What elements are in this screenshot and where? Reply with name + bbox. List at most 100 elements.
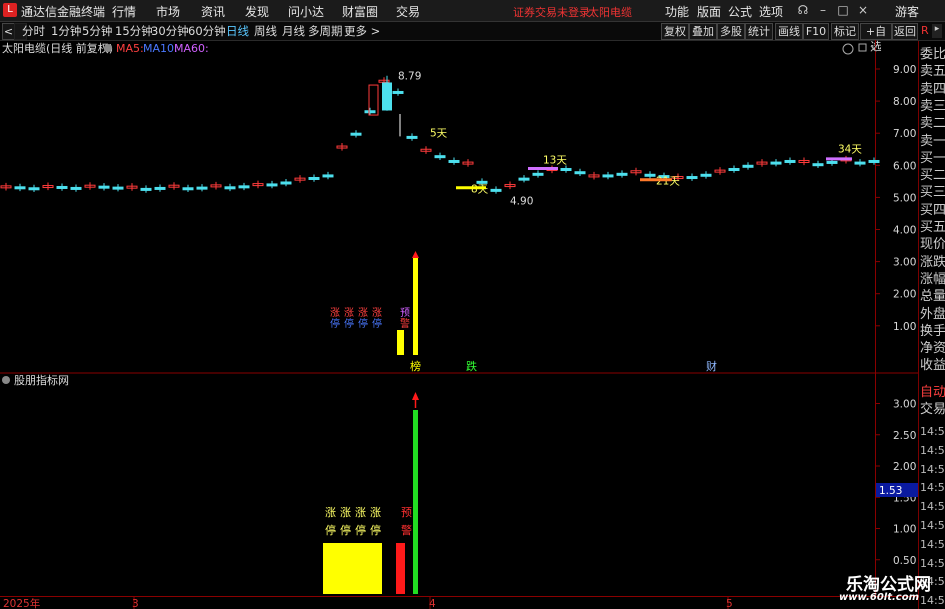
current-value: 1.53	[879, 485, 902, 497]
overlay-button[interactable]: 叠加	[689, 23, 717, 40]
tick-time: 14:56	[920, 481, 945, 495]
y-tick-label: 9.00	[893, 64, 916, 76]
period-multi[interactable]: 多周期	[308, 23, 343, 39]
candle-body	[196, 186, 208, 190]
chart-settings-icon[interactable]	[104, 44, 112, 52]
candle-body	[826, 160, 838, 164]
candle-body	[700, 173, 712, 177]
candle-body	[392, 90, 404, 94]
quote-field-label: 卖五	[920, 64, 945, 80]
candle-body	[154, 186, 166, 190]
main-chart-title: 太阳电缆(日线 前复权)	[2, 41, 113, 55]
stock-name-title: 太阳电缆	[588, 6, 632, 19]
zt-bottom-char: 停	[330, 317, 340, 330]
fuquan-button[interactable]: 复权	[661, 23, 689, 40]
menu-shichang[interactable]: 市场	[156, 3, 180, 20]
candle-body	[868, 159, 880, 163]
quote-field-label: 卖一	[920, 133, 945, 149]
period-30min[interactable]: 30分钟	[151, 23, 189, 39]
sub-chart-title: 股朋指标网	[14, 373, 69, 387]
title-bar: L 通达信金融终端 行情 市场 资讯 发现 问小达 财富圈 交易 证券交易未登录…	[0, 0, 945, 22]
chart-window-controls[interactable]: ×	[842, 42, 878, 55]
draw-line-button[interactable]: 画线	[775, 23, 803, 40]
quote-field-label: 委比	[920, 47, 945, 62]
tick-time: 14:56	[920, 519, 945, 532]
candle-body	[686, 176, 698, 180]
quote-field-label: 总量	[920, 289, 945, 305]
zt-bottom-char: 停	[370, 523, 381, 537]
yj-top-char: 预	[401, 506, 412, 519]
zt-top-char: 涨	[344, 307, 354, 319]
period-60min[interactable]: 60分钟	[188, 23, 226, 39]
candle-body	[182, 187, 194, 191]
quote-field-label: 涨跌	[920, 254, 945, 270]
candle-body	[14, 186, 26, 190]
candle-body	[602, 174, 614, 178]
fib-day-label: 21天	[656, 176, 680, 188]
r-icon[interactable]: R	[921, 24, 929, 37]
close-icon[interactable]: ×	[855, 2, 871, 18]
menu-caifuquan[interactable]: 财富圈	[342, 3, 378, 20]
sub-chart-settings-icon[interactable]	[2, 376, 10, 384]
period-1min[interactable]: 1分钟	[51, 23, 81, 39]
candle-body	[238, 185, 250, 189]
fib-day-label: 8天	[471, 184, 489, 196]
candle-body	[728, 168, 740, 172]
ma5-label: MA5:	[116, 42, 144, 55]
f10-button[interactable]: F10	[803, 23, 829, 40]
period-monthly[interactable]: 月线	[282, 23, 305, 39]
menu-banmian[interactable]: 版面	[697, 3, 721, 20]
candle-body	[742, 164, 754, 168]
quote-field-label: 买四	[920, 202, 945, 218]
app-title: 通达信金融终端	[21, 5, 106, 19]
candle-body	[98, 185, 110, 189]
candle-body	[812, 163, 824, 167]
period-daily[interactable]: 日线	[226, 23, 249, 39]
minimize-icon[interactable]: –	[815, 2, 831, 18]
candle-body	[490, 188, 502, 192]
sub-y-axis-labels: 3.002.502.001.501.000.50	[875, 399, 916, 567]
restore-icon[interactable]: □	[835, 2, 851, 18]
period-15min[interactable]: 15分钟	[115, 23, 153, 39]
y-axis-labels: 9.00 8.00 7.00 6.00 5.00 4.00 3.00 2.00 1.00	[875, 64, 916, 333]
menu-gongshi[interactable]: 公式	[728, 3, 752, 20]
zoom-icon[interactable]	[842, 43, 854, 55]
menu-xuanxiang[interactable]: 选项	[759, 3, 783, 20]
period-fenshi[interactable]: 分时	[22, 23, 45, 39]
fib-day-label: 5天	[430, 127, 448, 139]
candle-body	[308, 176, 320, 180]
ma10-label: MA10:	[143, 42, 178, 55]
candle-body	[364, 110, 376, 114]
fib-day-label: 13天	[543, 155, 567, 167]
y-tick-label: 4.00	[893, 225, 916, 237]
menu-jiaoyi[interactable]: 交易	[396, 3, 420, 20]
period-5min[interactable]: 5分钟	[82, 23, 112, 39]
quote-field-label: 卖四	[920, 81, 945, 97]
candle-body	[770, 161, 782, 165]
add-watchlist-button[interactable]: +自选	[860, 23, 892, 53]
menu-wenxiaoda[interactable]: 问小达	[288, 3, 324, 20]
return-button[interactable]: 返回	[892, 23, 918, 40]
menu-faxian[interactable]: 发现	[245, 3, 269, 20]
menu-hangqing[interactable]: 行情	[112, 3, 136, 20]
tick-time: 14:56	[920, 443, 945, 457]
zt-top-char: 涨	[355, 506, 366, 519]
signal-bar	[413, 258, 418, 355]
collapse-icon[interactable]: ▸	[932, 24, 942, 38]
candle-body	[224, 186, 236, 190]
multi-stock-button[interactable]: 多股	[717, 23, 745, 40]
menu-gongneng[interactable]: 功能	[665, 3, 689, 20]
signal-bar	[397, 330, 404, 355]
chart-canvas[interactable]: 太阳电缆(日线 前复权) MA5: MA10: MA60: × 9.00 8.00…	[0, 40, 918, 609]
zt-bottom-char: 停	[344, 317, 354, 330]
menu-zixun[interactable]: 资讯	[201, 3, 225, 20]
mark-button[interactable]: 标记	[831, 23, 859, 40]
guest-label[interactable]: 游客	[895, 3, 919, 20]
maximize-chart-icon[interactable]	[858, 43, 867, 52]
trade-login-warning[interactable]: 证券交易未登录	[513, 4, 590, 20]
period-more[interactable]: 更多 >	[344, 23, 380, 39]
headset-icon[interactable]: ☊	[795, 2, 811, 18]
period-weekly[interactable]: 周线	[254, 23, 277, 39]
stats-button[interactable]: 统计	[745, 23, 773, 40]
close-chart-icon[interactable]: ×	[869, 42, 878, 55]
